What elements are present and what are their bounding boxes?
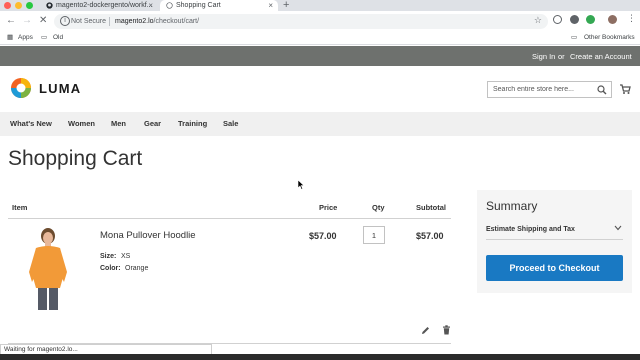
logo-text[interactable]: LUMA (39, 81, 81, 96)
window-close-button[interactable] (4, 2, 11, 9)
info-icon[interactable]: i (60, 16, 70, 26)
url-path: /checkout/cart/ (153, 18, 200, 25)
bookmark-star-icon[interactable]: ☆ (534, 15, 542, 26)
site-top-panel: Sign In or Create an Account (0, 46, 640, 66)
tab-title: magento2-dockergento/workf... (56, 2, 153, 9)
address-bar[interactable]: i Not Secure magento2.lo/checkout/cart/ … (54, 14, 548, 29)
option-label-color: Color: (100, 265, 121, 272)
new-tab-button[interactable]: + (283, 0, 289, 11)
category-nav: What's New Women Men Gear Training Sale (0, 112, 640, 136)
bookmark-other[interactable]: Other Bookmarks (584, 34, 635, 42)
column-header-subtotal: Subtotal (416, 203, 446, 212)
nav-item-sale[interactable]: Sale (223, 119, 238, 129)
browser-tab-shopping-cart[interactable]: Shopping Cart × (160, 0, 278, 11)
browser-tab-github[interactable]: magento2-dockergento/workf... × (40, 0, 158, 11)
browser-menu-icon[interactable]: ⋮ (627, 13, 636, 24)
bookmark-apps[interactable]: Apps (18, 34, 33, 42)
window-zoom-button[interactable] (26, 2, 33, 9)
extension-gear-icon[interactable] (570, 15, 579, 24)
proceed-to-checkout-button[interactable]: Proceed to Checkout (486, 255, 623, 281)
summary-divider (486, 239, 623, 240)
trash-icon[interactable] (442, 325, 451, 335)
pencil-icon[interactable] (421, 326, 430, 335)
github-icon (46, 2, 53, 9)
folder-icon: ▭ (571, 34, 578, 41)
stop-loading-button[interactable]: ✕ (39, 15, 47, 27)
estimate-shipping-toggle[interactable]: Estimate Shipping and Tax (486, 225, 575, 234)
browser-tab-strip: magento2-dockergento/workf... × Shopping… (0, 0, 640, 11)
extension-evernote-icon[interactable] (586, 15, 595, 24)
apps-grid-icon[interactable]: ▦ (7, 34, 13, 42)
folder-icon: ▭ (41, 34, 48, 41)
column-header-item: Item (12, 203, 28, 212)
bookmark-old[interactable]: Old (53, 34, 63, 42)
option-value-color: Orange (125, 265, 149, 272)
luma-logo-icon[interactable] (10, 77, 32, 99)
table-header-divider (8, 218, 451, 219)
tab-title: Shopping Cart (176, 2, 221, 9)
window-minimize-button[interactable] (15, 2, 22, 9)
item-subtotal: $57.00 (416, 231, 444, 241)
order-summary: Summary Estimate Shipping and Tax Procee… (477, 190, 632, 293)
option-label-size: Size: (100, 253, 117, 260)
url-host: magento2.lo (115, 18, 154, 25)
divider (109, 17, 110, 26)
nav-item-training[interactable]: Training (178, 119, 207, 129)
mouse-cursor-icon (298, 180, 305, 190)
sign-in-link[interactable]: Sign In (532, 52, 555, 61)
back-button[interactable]: ← (6, 15, 16, 27)
globe-icon (166, 2, 173, 9)
os-dock (0, 354, 640, 360)
search-input[interactable] (493, 85, 593, 95)
product-image[interactable] (14, 226, 82, 314)
chevron-down-icon[interactable] (614, 225, 622, 231)
page-title: Shopping Cart (8, 147, 143, 170)
tab-close-icon[interactable]: × (148, 0, 153, 11)
extension-info-icon[interactable] (553, 15, 562, 24)
security-label: Not Secure (71, 18, 107, 25)
nav-item-whats-new[interactable]: What's New (10, 119, 52, 129)
create-account-link[interactable]: Create an Account (570, 52, 632, 61)
forward-button[interactable]: → (22, 15, 32, 27)
nav-item-men[interactable]: Men (111, 119, 126, 129)
option-value-size: XS (121, 253, 131, 260)
search-icon[interactable] (597, 85, 607, 95)
url-text[interactable]: magento2.lo/checkout/cart/ (115, 16, 199, 27)
nav-item-gear[interactable]: Gear (144, 119, 161, 129)
nav-item-women[interactable]: Women (68, 119, 95, 129)
browser-toolbar: ← → ✕ i Not Secure magento2.lo/checkout/… (0, 11, 640, 31)
cart-icon[interactable] (619, 83, 631, 95)
tab-close-icon[interactable]: × (268, 0, 273, 11)
item-price: $57.00 (309, 231, 337, 241)
column-header-qty: Qty (372, 203, 385, 212)
bookmarks-bar: ▦ Apps ▭ Old ▭ Other Bookmarks (0, 31, 640, 45)
search-box (487, 81, 612, 98)
column-header-price: Price (319, 203, 338, 212)
profile-avatar[interactable] (608, 15, 617, 24)
summary-title: Summary (486, 199, 538, 213)
site-header: LUMA (0, 66, 640, 112)
quantity-input[interactable] (363, 226, 385, 244)
or-separator: or (558, 52, 565, 61)
product-name-link[interactable]: Mona Pullover Hoodlie (100, 230, 196, 241)
